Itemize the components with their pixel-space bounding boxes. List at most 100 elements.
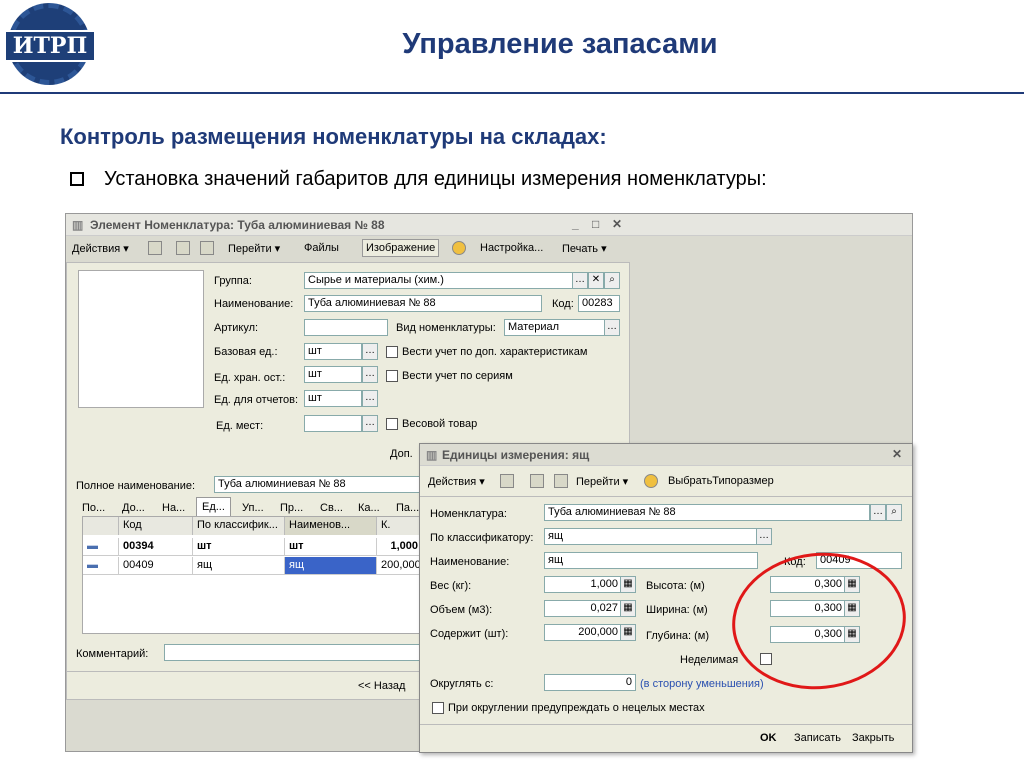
select-size-button[interactable]: ВыбратьТипоразмер — [668, 475, 774, 487]
code-field[interactable]: 00283 — [578, 295, 620, 312]
width-label: Ширина: (м) — [646, 604, 708, 616]
table-header-name[interactable]: Наименов... — [285, 517, 377, 535]
kind-select-button[interactable]: … — [604, 319, 620, 336]
tab-up[interactable]: Уп... — [242, 502, 264, 514]
calculator-icon[interactable]: ▦ — [620, 600, 636, 617]
full-name-label: Полное наименование: — [76, 480, 196, 492]
round-field[interactable]: 0 — [544, 674, 636, 691]
clear-icon[interactable]: ✕ — [588, 272, 604, 289]
back-button[interactable]: << Назад — [358, 680, 405, 692]
row-icon: ▬ — [83, 538, 119, 556]
table-cell[interactable]: 00409 — [119, 557, 193, 575]
refresh-icon[interactable] — [176, 241, 190, 255]
ok-button[interactable]: OK — [760, 732, 777, 744]
table-header-icon — [83, 517, 119, 535]
calculator-icon[interactable]: ▦ — [620, 624, 636, 641]
refresh-icon[interactable] — [530, 474, 544, 488]
nomenclature-select-button[interactable]: … — [870, 504, 886, 521]
series-checkbox[interactable] — [386, 370, 398, 382]
tab-do[interactable]: До... — [122, 502, 145, 514]
image-placeholder — [78, 270, 204, 408]
height-label: Высота: (м) — [646, 580, 705, 592]
place-unit-field[interactable] — [304, 415, 362, 432]
comment-label: Комментарий: — [76, 648, 149, 660]
base-unit-select-button[interactable]: … — [362, 343, 378, 360]
minimize-icon[interactable]: _ — [572, 217, 579, 231]
search-icon[interactable]: ⌕ — [604, 272, 620, 289]
table-header-k[interactable]: К. — [377, 517, 423, 535]
warn-checkbox[interactable] — [432, 702, 444, 714]
table-cell[interactable]: шт — [285, 538, 377, 556]
print-menu[interactable]: Печать ▾ — [562, 242, 607, 255]
save-icon[interactable] — [500, 474, 514, 488]
group-field[interactable]: Сырье и материалы (хим.) — [304, 272, 590, 289]
classifier-select-button[interactable]: … — [756, 528, 772, 545]
indivisible-label: Неделимая — [680, 654, 739, 666]
contains-field[interactable]: 200,000 — [544, 624, 622, 641]
base-unit-field[interactable]: шт — [304, 343, 362, 360]
search-icon[interactable]: ⌕ — [886, 504, 902, 521]
tab-sv[interactable]: Св... — [320, 502, 343, 514]
kind-field[interactable]: Материал — [504, 319, 606, 336]
tab-ka[interactable]: Ка... — [358, 502, 380, 514]
tab-po[interactable]: По... — [82, 502, 105, 514]
page-title: Управление запасами — [402, 28, 718, 60]
copy-icon[interactable] — [554, 474, 568, 488]
report-unit-field[interactable]: шт — [304, 390, 362, 407]
image-button[interactable]: Изображение — [362, 239, 440, 257]
toolbar-divider — [420, 496, 912, 497]
place-unit-select-button[interactable]: … — [362, 415, 378, 432]
close-icon[interactable]: ✕ — [612, 217, 622, 231]
weight-field[interactable]: 1,000 — [544, 576, 622, 593]
chars-checkbox[interactable] — [386, 346, 398, 358]
tab-pa[interactable]: Па... — [396, 502, 419, 514]
table-cell[interactable]: 200,000 — [377, 557, 423, 575]
tab-na[interactable]: На... — [162, 502, 185, 514]
nomenclature-label: Номенклатура: — [430, 508, 507, 520]
help-icon[interactable] — [644, 474, 658, 488]
tab-units[interactable]: Ед... — [196, 497, 231, 516]
close-button[interactable]: Закрыть — [852, 732, 894, 744]
report-unit-select-button[interactable]: … — [362, 390, 378, 407]
settings-button[interactable]: Настройка... — [480, 242, 543, 254]
maximize-icon[interactable]: □ — [592, 217, 599, 231]
close-icon[interactable]: ✕ — [892, 447, 902, 461]
name-field[interactable]: ящ — [544, 552, 758, 569]
volume-field[interactable]: 0,027 — [544, 600, 622, 617]
name-field[interactable]: Туба алюминиевая № 88 — [304, 295, 542, 312]
table-cell[interactable]: 1,000 — [377, 538, 423, 556]
comment-field[interactable] — [164, 644, 422, 661]
table-header-code[interactable]: Код — [119, 517, 193, 535]
article-field[interactable] — [304, 319, 388, 336]
actions-menu[interactable]: Действия ▾ — [72, 242, 129, 255]
files-button[interactable]: Файлы — [304, 242, 339, 254]
group-select-button[interactable]: … — [572, 272, 588, 289]
section-title: Контроль размещения номенклатуры на скла… — [60, 124, 607, 149]
goto-menu[interactable]: Перейти ▾ — [576, 475, 628, 488]
round-label: Округлять с: — [430, 678, 494, 690]
calculator-icon[interactable]: ▦ — [620, 576, 636, 593]
save-button[interactable]: Записать — [794, 732, 841, 744]
classifier-field[interactable]: ящ — [544, 528, 758, 545]
table-cell-selected[interactable]: ящ — [285, 557, 377, 575]
table-cell[interactable]: 00394 — [119, 538, 193, 556]
weight-checkbox[interactable] — [386, 418, 398, 430]
nomenclature-field[interactable]: Туба алюминиевая № 88 — [544, 504, 870, 521]
table-header-class[interactable]: По классифик... — [193, 517, 285, 535]
round-direction-link[interactable]: (в сторону уменьшения) — [640, 678, 764, 690]
full-name-field[interactable]: Туба алюминиевая № 88 — [214, 476, 434, 493]
dop-label: Доп. — [390, 448, 413, 460]
table-cell[interactable]: ящ — [193, 557, 285, 575]
goto-menu[interactable]: Перейти ▾ — [228, 242, 280, 255]
stock-unit-select-button[interactable]: … — [362, 366, 378, 383]
save-icon[interactable] — [148, 241, 162, 255]
copy-icon[interactable] — [200, 241, 214, 255]
group-label: Группа: — [214, 275, 252, 287]
table-cell[interactable]: шт — [193, 538, 285, 556]
nomenclature-title: Элемент Номенклатура: Туба алюминиевая №… — [90, 218, 385, 232]
help-icon[interactable] — [452, 241, 466, 255]
logo-text: ИТРП — [4, 30, 96, 62]
tab-pr[interactable]: Пр... — [280, 502, 303, 514]
stock-unit-field[interactable]: шт — [304, 366, 362, 383]
actions-menu[interactable]: Действия ▾ — [428, 475, 485, 488]
